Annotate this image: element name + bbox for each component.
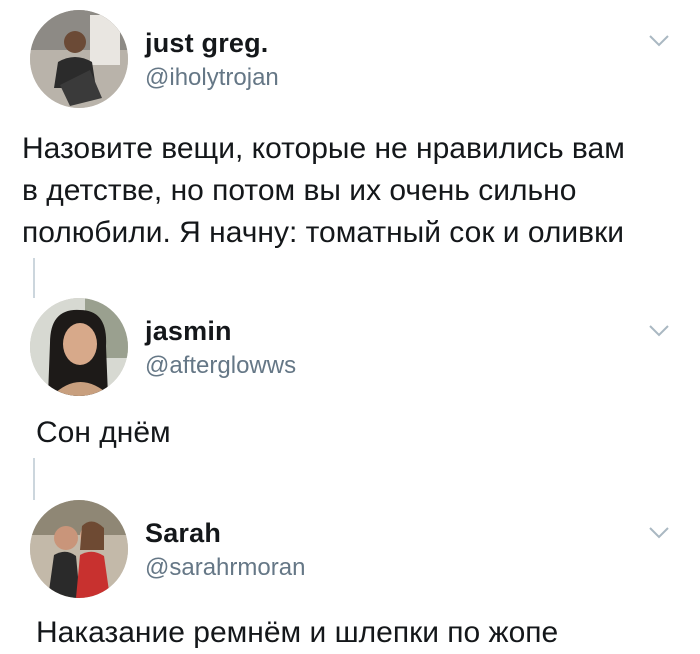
thread-line <box>33 258 35 298</box>
avatar[interactable] <box>30 10 128 108</box>
tweet-text: Сон днём <box>36 416 171 449</box>
author-handle[interactable]: @iholytrojan <box>145 64 279 92</box>
chevron-down-icon[interactable] <box>648 34 670 48</box>
thread-line <box>33 458 35 500</box>
chevron-down-icon[interactable] <box>648 526 670 540</box>
author-name[interactable]: Sarah <box>145 518 221 549</box>
author-handle[interactable]: @afterglowws <box>145 352 296 380</box>
author-name[interactable]: jasmin <box>145 316 232 347</box>
tweet-text: Назовите вещи, которые не нравились вам … <box>22 132 625 249</box>
author-name[interactable]: just greg. <box>145 28 269 59</box>
avatar-photo-icon <box>30 298 128 396</box>
tweet-text: Наказание ремнём и шлепки по жопе <box>36 616 559 649</box>
avatar[interactable] <box>30 298 128 396</box>
author-handle[interactable]: @sarahrmoran <box>145 554 305 582</box>
chevron-down-icon[interactable] <box>648 324 670 338</box>
avatar-photo-icon <box>30 10 128 108</box>
avatar[interactable] <box>30 500 128 598</box>
avatar-photo-icon <box>30 500 128 598</box>
